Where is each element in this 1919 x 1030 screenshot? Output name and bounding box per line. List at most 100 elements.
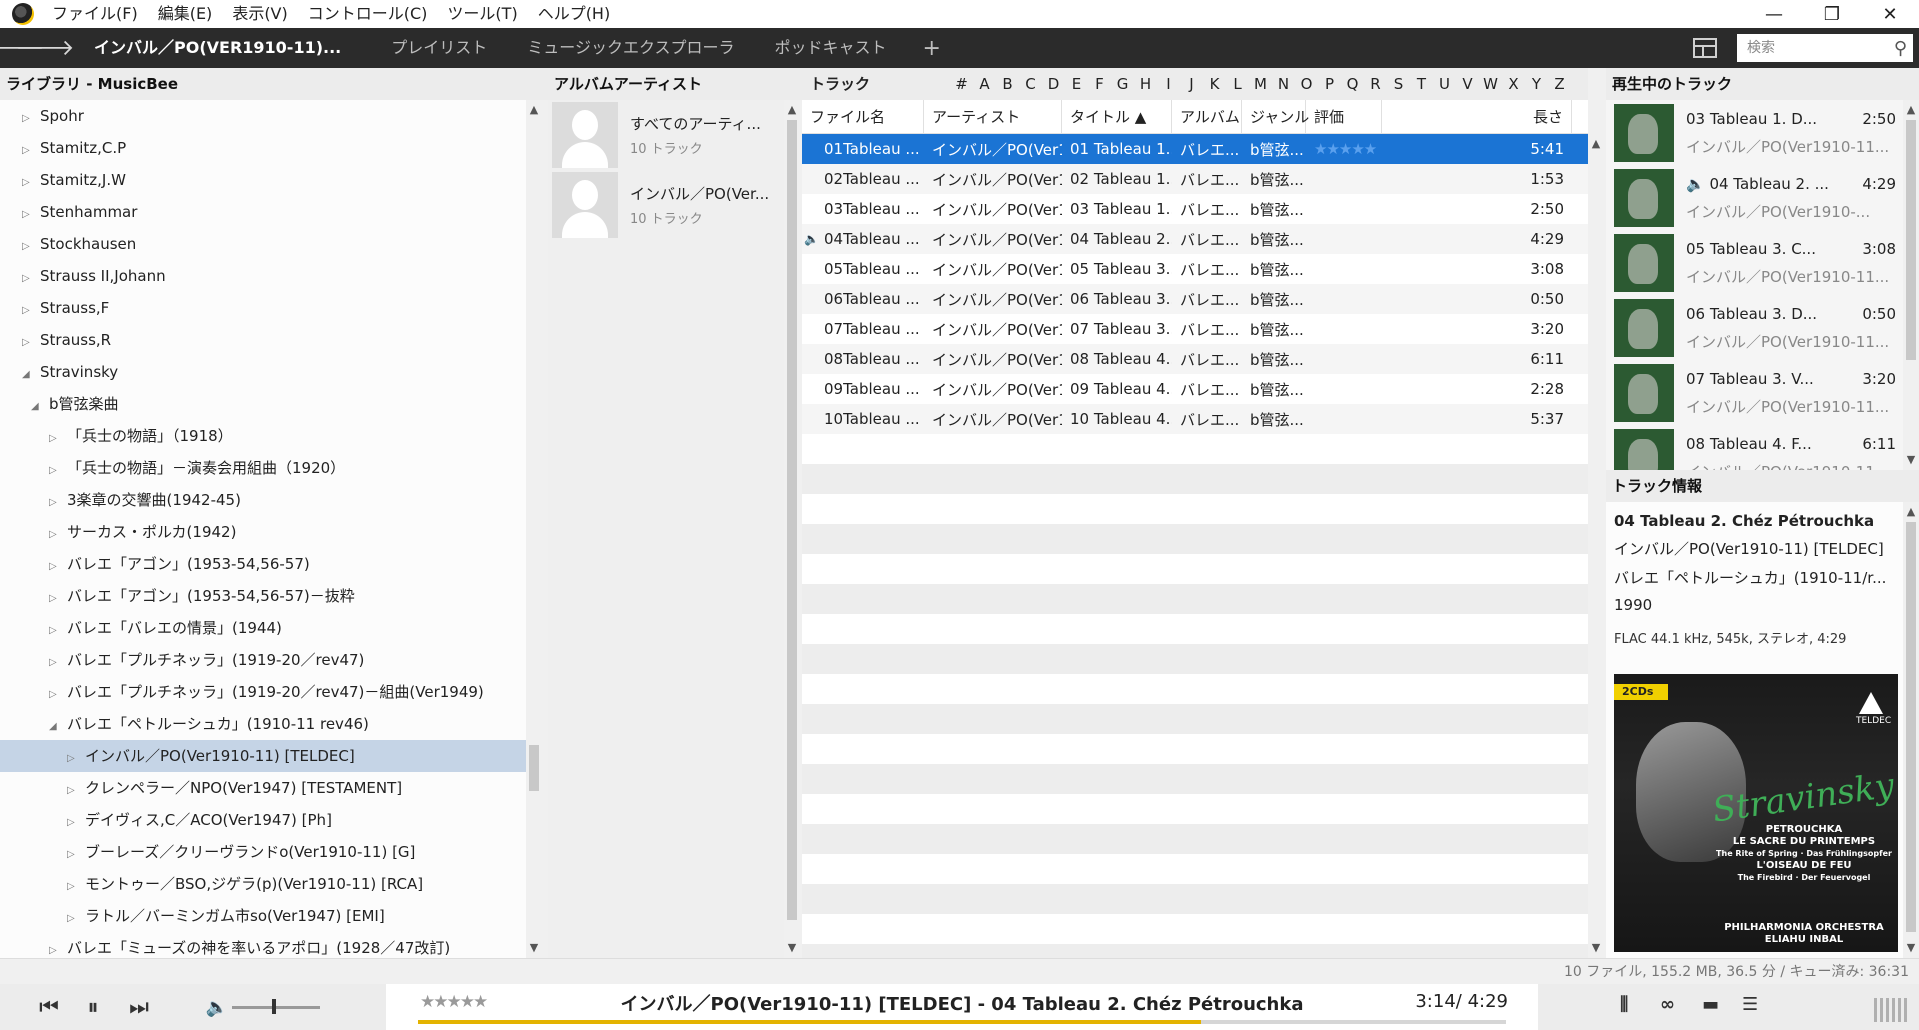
track-row[interactable]: 🔈 04Tableau ... インバル／PO(Ver1... 04 Tableau …	[802, 224, 1588, 254]
library-tree-item[interactable]: ▷ Spohr	[0, 100, 530, 132]
scroll-down-icon[interactable]: ▼	[784, 940, 800, 956]
track-row[interactable]: 03Tableau ... インバル／PO(Ver1... 03 Tableau 1…	[802, 194, 1588, 224]
library-tree-item[interactable]: ▷ デイヴィス,C／ACO(Ver1947) [Ph]	[0, 804, 530, 836]
track-row[interactable]: 08Tableau ... インバル／PO(Ver1... 08 Tableau 4…	[802, 344, 1588, 374]
volume-slider[interactable]	[232, 1006, 320, 1009]
collapsed-arrow-icon[interactable]: ▷	[67, 775, 81, 807]
minimize-button[interactable]: —	[1745, 0, 1803, 28]
alpha-index-20[interactable]: T	[1410, 68, 1433, 100]
previous-track-icon[interactable]: ⏮	[34, 992, 64, 1022]
menu-item-5[interactable]: ヘルプ(H)	[528, 0, 621, 28]
library-tree-item[interactable]: ▷ バレエ「プルチネッラ」(1919-20／rev47)－組曲(Ver1949)	[0, 676, 530, 708]
collapsed-arrow-icon[interactable]: ▷	[67, 903, 81, 935]
scrollbar-thumb[interactable]	[529, 745, 539, 791]
collapsed-arrow-icon[interactable]: ▷	[22, 199, 36, 231]
tab-1[interactable]: ミュージックエクスプローラ	[507, 28, 754, 68]
alpha-index-7[interactable]: G	[1111, 68, 1134, 100]
collapsed-arrow-icon[interactable]: ▷	[49, 615, 63, 647]
album-cover-art[interactable]: 2CDs TELDEC Stravinsky PETROUCHKA LE SACR…	[1614, 674, 1898, 952]
collapsed-arrow-icon[interactable]: ▷	[49, 487, 63, 519]
library-tree-item[interactable]: ◢ バレエ「ペトルーシュカ」(1910-11 rev46)	[0, 708, 530, 740]
library-tree-item[interactable]: ▷ インバル／PO(Ver1910-11) [TELDEC]	[0, 740, 530, 772]
alpha-index-23[interactable]: W	[1479, 68, 1502, 100]
library-tree-item[interactable]: ▷ クレンペラー／NPO(Ver1947) [TESTAMENT]	[0, 772, 530, 804]
track-row[interactable]: 02Tableau ... インバル／PO(Ver1... 02 Tableau 1…	[802, 164, 1588, 194]
collapsed-arrow-icon[interactable]: ▷	[67, 871, 81, 903]
column-header-album[interactable]: アルバム	[1172, 100, 1242, 134]
equalizer-bars-icon[interactable]: ⫼	[1620, 994, 1628, 1015]
collapsed-arrow-icon[interactable]: ▷	[22, 103, 36, 135]
library-tree-item[interactable]: ▷ サーカス・ポルカ(1942)	[0, 516, 530, 548]
menu-item-1[interactable]: 編集(E)	[148, 0, 223, 28]
menu-item-4[interactable]: ツール(T)	[437, 0, 527, 28]
track-scrollbar[interactable]: ▲ ▼	[1588, 134, 1604, 958]
track-row[interactable]: 07Tableau ... インバル／PO(Ver1... 07 Tableau 3…	[802, 314, 1588, 344]
alpha-index-1[interactable]: A	[973, 68, 996, 100]
alpha-index-26[interactable]: Z	[1548, 68, 1571, 100]
library-tree-item[interactable]: ▷ Strauss II,Johann	[0, 260, 530, 292]
collapsed-arrow-icon[interactable]: ▷	[22, 327, 36, 359]
library-tree-item[interactable]: ▷ Stockhausen	[0, 228, 530, 260]
alpha-index-25[interactable]: Y	[1525, 68, 1548, 100]
now-playing-item[interactable]: 08 Tableau 4. F... 6:11 インバル／PO(Ver1910-11…	[1606, 425, 1919, 470]
track-info-scrollbar[interactable]: ▲ ▼	[1903, 502, 1919, 958]
library-tree-item[interactable]: ◢ Stravinsky	[0, 356, 530, 388]
alpha-index-3[interactable]: C	[1019, 68, 1042, 100]
scrollbar-thumb[interactable]	[1906, 120, 1916, 360]
expanded-arrow-icon[interactable]: ◢	[49, 711, 63, 743]
volume-icon[interactable]: 🔈	[204, 992, 230, 1022]
library-tree-item[interactable]: ▷ 「兵士の物語」（1918）	[0, 420, 530, 452]
column-header-rating[interactable]: 評価	[1306, 100, 1382, 134]
alpha-index-15[interactable]: O	[1295, 68, 1318, 100]
repeat-icon[interactable]: ▬	[1702, 994, 1719, 1015]
library-tree-item[interactable]: ▷ Stamitz,C.P	[0, 132, 530, 164]
layout-icon[interactable]	[1693, 38, 1717, 58]
volume-slider-knob[interactable]	[271, 999, 276, 1014]
collapsed-arrow-icon[interactable]: ▷	[49, 583, 63, 615]
menu-item-3[interactable]: コントロール(C)	[298, 0, 438, 28]
collapsed-arrow-icon[interactable]: ▷	[22, 167, 36, 199]
library-tree-item[interactable]: ▷ 3楽章の交響曲(1942-45)	[0, 484, 530, 516]
column-header-artist[interactable]: アーティスト	[924, 100, 1062, 134]
alpha-index-24[interactable]: X	[1502, 68, 1525, 100]
collapsed-arrow-icon[interactable]: ▷	[49, 551, 63, 583]
column-header-genre[interactable]: ジャンル	[1242, 100, 1309, 134]
collapsed-arrow-icon[interactable]: ▷	[49, 647, 63, 679]
scroll-down-icon[interactable]: ▼	[526, 940, 542, 956]
now-playing-item[interactable]: 07 Tableau 3. V... 3:20 インバル／PO(Ver1910-11…	[1606, 360, 1919, 425]
shuffle-icon[interactable]: ∞	[1660, 994, 1675, 1015]
menu-item-0[interactable]: ファイル(F)	[42, 0, 148, 28]
column-header-length[interactable]: 長さ	[1382, 100, 1572, 134]
library-tree-item[interactable]: ▷ バレエ「ミューズの神を率いるアポロ」(1928／47改訂)	[0, 932, 530, 958]
alpha-index-17[interactable]: Q	[1341, 68, 1364, 100]
alpha-index-4[interactable]: D	[1042, 68, 1065, 100]
scroll-up-icon[interactable]: ▲	[1903, 102, 1919, 118]
collapsed-arrow-icon[interactable]: ▷	[67, 807, 81, 839]
alpha-index-22[interactable]: V	[1456, 68, 1479, 100]
now-playing-scrollbar[interactable]: ▲ ▼	[1903, 100, 1919, 470]
scroll-up-icon[interactable]: ▲	[1588, 136, 1604, 152]
column-header-title[interactable]: タイトル ▲	[1062, 100, 1172, 134]
progress-bar[interactable]	[418, 1020, 1506, 1024]
alpha-index-13[interactable]: M	[1249, 68, 1272, 100]
collapsed-arrow-icon[interactable]: ▷	[67, 743, 81, 775]
alpha-index-0[interactable]: #	[950, 68, 973, 100]
scroll-up-icon[interactable]: ▲	[784, 102, 800, 118]
spectrum-visualizer-icon[interactable]	[1874, 998, 1910, 1022]
close-button[interactable]: ✕	[1861, 0, 1919, 28]
pause-icon[interactable]: ⏸	[78, 992, 108, 1022]
track-row[interactable]: 05Tableau ... インバル／PO(Ver1... 05 Tableau 3…	[802, 254, 1588, 284]
library-tree-item[interactable]: ▷ モントゥー／BSO,ジゲラ(p)(Ver1910-11) [RCA]	[0, 868, 530, 900]
collapsed-arrow-icon[interactable]: ▷	[49, 679, 63, 711]
library-tree-item[interactable]: ▷ Stamitz,J.W	[0, 164, 530, 196]
library-tree-item[interactable]: ▷ ブーレーズ／クリーヴランドo(Ver1910-11) [G]	[0, 836, 530, 868]
now-playing-item[interactable]: 🔈 04 Tableau 2. ... 4:29 インバル／PO(Ver1910-.…	[1606, 165, 1919, 230]
collapsed-arrow-icon[interactable]: ▷	[22, 135, 36, 167]
alpha-index-8[interactable]: H	[1134, 68, 1157, 100]
musicbee-logo-icon[interactable]	[12, 3, 34, 25]
search-icon[interactable]: ⚲	[1894, 38, 1907, 59]
tab-0[interactable]: プレイリスト	[371, 28, 507, 68]
library-tree-item[interactable]: ▷ ラトル／バーミンガム市so(Ver1947) [EMI]	[0, 900, 530, 932]
alpha-index-12[interactable]: L	[1226, 68, 1249, 100]
collapsed-arrow-icon[interactable]: ▷	[22, 295, 36, 327]
